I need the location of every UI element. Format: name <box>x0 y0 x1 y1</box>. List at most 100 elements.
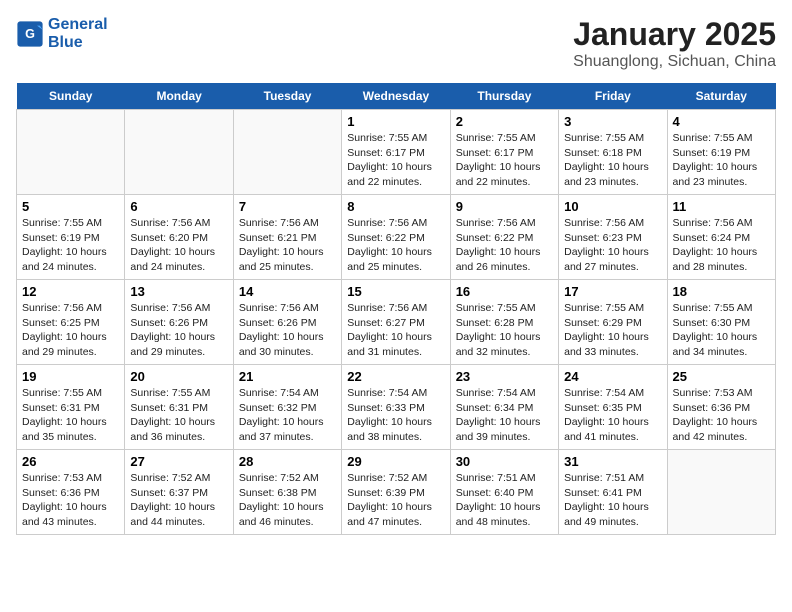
day-header-tuesday: Tuesday <box>233 83 341 110</box>
cell-info: Sunrise: 7:55 AM Sunset: 6:29 PM Dayligh… <box>564 301 661 360</box>
calendar-cell <box>125 110 233 195</box>
date-number: 11 <box>673 199 770 214</box>
cell-info: Sunrise: 7:53 AM Sunset: 6:36 PM Dayligh… <box>22 471 119 530</box>
calendar-cell: 21Sunrise: 7:54 AM Sunset: 6:32 PM Dayli… <box>233 365 341 450</box>
calendar-cell: 20 Sunrise: 7:55 AM Sunset: 6:31 PM Dayli… <box>125 365 233 450</box>
date-number: 16 <box>456 284 553 299</box>
calendar-cell: 30 Sunrise: 7:51 AM Sunset: 6:40 PM Dayli… <box>450 450 558 535</box>
cell-info: Sunrise: 7:55 AM Sunset: 6:18 PM Dayligh… <box>564 131 661 190</box>
calendar-cell: 29Sunrise: 7:52 AM Sunset: 6:39 PM Dayli… <box>342 450 450 535</box>
day-header-sunday: Sunday <box>17 83 125 110</box>
calendar-cell: 2 Sunrise: 7:55 AM Sunset: 6:17 PM Daylig… <box>450 110 558 195</box>
logo-line1: General <box>48 16 108 34</box>
calendar-cell <box>667 450 775 535</box>
date-number: 6 <box>130 199 227 214</box>
date-number: 20 <box>130 369 227 384</box>
calendar-cell: 3 Sunrise: 7:55 AM Sunset: 6:18 PM Daylig… <box>559 110 667 195</box>
date-number: 18 <box>673 284 770 299</box>
day-header-saturday: Saturday <box>667 83 775 110</box>
cell-info: Sunrise: 7:54 AM Sunset: 6:35 PM Dayligh… <box>564 386 661 445</box>
cell-info: Sunrise: 7:52 AM Sunset: 6:38 PM Dayligh… <box>239 471 336 530</box>
date-number: 14 <box>239 284 336 299</box>
calendar-subtitle: Shuanglong, Sichuan, China <box>573 53 776 71</box>
calendar-cell: 28Sunrise: 7:52 AM Sunset: 6:38 PM Dayli… <box>233 450 341 535</box>
svg-text:G: G <box>25 27 35 41</box>
cell-info: Sunrise: 7:55 AM Sunset: 6:17 PM Dayligh… <box>456 131 553 190</box>
calendar-cell: 18 Sunrise: 7:55 AM Sunset: 6:30 PM Dayli… <box>667 280 775 365</box>
date-number: 2 <box>456 114 553 129</box>
day-headers-row: SundayMondayTuesdayWednesdayThursdayFrid… <box>17 83 776 110</box>
calendar-table: SundayMondayTuesdayWednesdayThursdayFrid… <box>16 83 776 535</box>
date-number: 13 <box>130 284 227 299</box>
cell-info: Sunrise: 7:56 AM Sunset: 6:22 PM Dayligh… <box>347 216 444 275</box>
calendar-cell: 11 Sunrise: 7:56 AM Sunset: 6:24 PM Dayli… <box>667 195 775 280</box>
calendar-cell: 27Sunrise: 7:52 AM Sunset: 6:37 PM Dayli… <box>125 450 233 535</box>
calendar-cell: 19Sunrise: 7:55 AM Sunset: 6:31 PM Dayli… <box>17 365 125 450</box>
day-header-friday: Friday <box>559 83 667 110</box>
date-number: 23 <box>456 369 553 384</box>
week-row-2: 5 Sunrise: 7:55 AM Sunset: 6:19 PM Daylig… <box>17 195 776 280</box>
cell-info: Sunrise: 7:55 AM Sunset: 6:30 PM Dayligh… <box>673 301 770 360</box>
date-number: 31 <box>564 454 661 469</box>
date-number: 5 <box>22 199 119 214</box>
calendar-cell: 5 Sunrise: 7:55 AM Sunset: 6:19 PM Daylig… <box>17 195 125 280</box>
date-number: 30 <box>456 454 553 469</box>
date-number: 4 <box>673 114 770 129</box>
calendar-cell: 24Sunrise: 7:54 AM Sunset: 6:35 PM Dayli… <box>559 365 667 450</box>
date-number: 15 <box>347 284 444 299</box>
cell-info: Sunrise: 7:55 AM Sunset: 6:19 PM Dayligh… <box>22 216 119 275</box>
calendar-cell: 25 Sunrise: 7:53 AM Sunset: 6:36 PM Dayli… <box>667 365 775 450</box>
date-number: 25 <box>673 369 770 384</box>
date-number: 7 <box>239 199 336 214</box>
calendar-cell: 22 Sunrise: 7:54 AM Sunset: 6:33 PM Dayli… <box>342 365 450 450</box>
page-header: G General Blue January 2025 Shuanglong, … <box>16 16 776 71</box>
date-number: 22 <box>347 369 444 384</box>
date-number: 12 <box>22 284 119 299</box>
logo-icon: G <box>16 20 44 48</box>
cell-info: Sunrise: 7:56 AM Sunset: 6:23 PM Dayligh… <box>564 216 661 275</box>
week-row-1: 1 Sunrise: 7:55 AM Sunset: 6:17 PM Daylig… <box>17 110 776 195</box>
date-number: 3 <box>564 114 661 129</box>
logo-line2: Blue <box>48 34 108 52</box>
logo: G General Blue <box>16 16 108 52</box>
calendar-body: 1 Sunrise: 7:55 AM Sunset: 6:17 PM Daylig… <box>17 110 776 535</box>
date-number: 26 <box>22 454 119 469</box>
cell-info: Sunrise: 7:55 AM Sunset: 6:31 PM Dayligh… <box>130 386 227 445</box>
day-header-thursday: Thursday <box>450 83 558 110</box>
date-number: 19 <box>22 369 119 384</box>
week-row-3: 12Sunrise: 7:56 AM Sunset: 6:25 PM Dayli… <box>17 280 776 365</box>
calendar-cell <box>17 110 125 195</box>
cell-info: Sunrise: 7:56 AM Sunset: 6:26 PM Dayligh… <box>130 301 227 360</box>
cell-info: Sunrise: 7:55 AM Sunset: 6:17 PM Dayligh… <box>347 131 444 190</box>
calendar-cell: 7Sunrise: 7:56 AM Sunset: 6:21 PM Daylig… <box>233 195 341 280</box>
date-number: 8 <box>347 199 444 214</box>
cell-info: Sunrise: 7:56 AM Sunset: 6:20 PM Dayligh… <box>130 216 227 275</box>
cell-info: Sunrise: 7:56 AM Sunset: 6:26 PM Dayligh… <box>239 301 336 360</box>
calendar-cell: 13 Sunrise: 7:56 AM Sunset: 6:26 PM Dayli… <box>125 280 233 365</box>
calendar-cell: 23 Sunrise: 7:54 AM Sunset: 6:34 PM Dayli… <box>450 365 558 450</box>
calendar-cell: 14 Sunrise: 7:56 AM Sunset: 6:26 PM Dayli… <box>233 280 341 365</box>
date-number: 1 <box>347 114 444 129</box>
calendar-cell: 8 Sunrise: 7:56 AM Sunset: 6:22 PM Daylig… <box>342 195 450 280</box>
cell-info: Sunrise: 7:56 AM Sunset: 6:24 PM Dayligh… <box>673 216 770 275</box>
date-number: 9 <box>456 199 553 214</box>
cell-info: Sunrise: 7:54 AM Sunset: 6:32 PM Dayligh… <box>239 386 336 445</box>
day-header-monday: Monday <box>125 83 233 110</box>
calendar-cell: 6 Sunrise: 7:56 AM Sunset: 6:20 PM Daylig… <box>125 195 233 280</box>
calendar-cell: 16Sunrise: 7:55 AM Sunset: 6:28 PM Dayli… <box>450 280 558 365</box>
cell-info: Sunrise: 7:51 AM Sunset: 6:40 PM Dayligh… <box>456 471 553 530</box>
calendar-cell: 12Sunrise: 7:56 AM Sunset: 6:25 PM Dayli… <box>17 280 125 365</box>
cell-info: Sunrise: 7:54 AM Sunset: 6:33 PM Dayligh… <box>347 386 444 445</box>
cell-info: Sunrise: 7:56 AM Sunset: 6:27 PM Dayligh… <box>347 301 444 360</box>
date-number: 17 <box>564 284 661 299</box>
calendar-title: January 2025 <box>573 16 776 53</box>
calendar-cell: 26 Sunrise: 7:53 AM Sunset: 6:36 PM Dayli… <box>17 450 125 535</box>
cell-info: Sunrise: 7:52 AM Sunset: 6:37 PM Dayligh… <box>130 471 227 530</box>
date-number: 10 <box>564 199 661 214</box>
cell-info: Sunrise: 7:54 AM Sunset: 6:34 PM Dayligh… <box>456 386 553 445</box>
calendar-cell: 31 Sunrise: 7:51 AM Sunset: 6:41 PM Dayli… <box>559 450 667 535</box>
calendar-cell <box>233 110 341 195</box>
cell-info: Sunrise: 7:53 AM Sunset: 6:36 PM Dayligh… <box>673 386 770 445</box>
cell-info: Sunrise: 7:51 AM Sunset: 6:41 PM Dayligh… <box>564 471 661 530</box>
date-number: 29 <box>347 454 444 469</box>
